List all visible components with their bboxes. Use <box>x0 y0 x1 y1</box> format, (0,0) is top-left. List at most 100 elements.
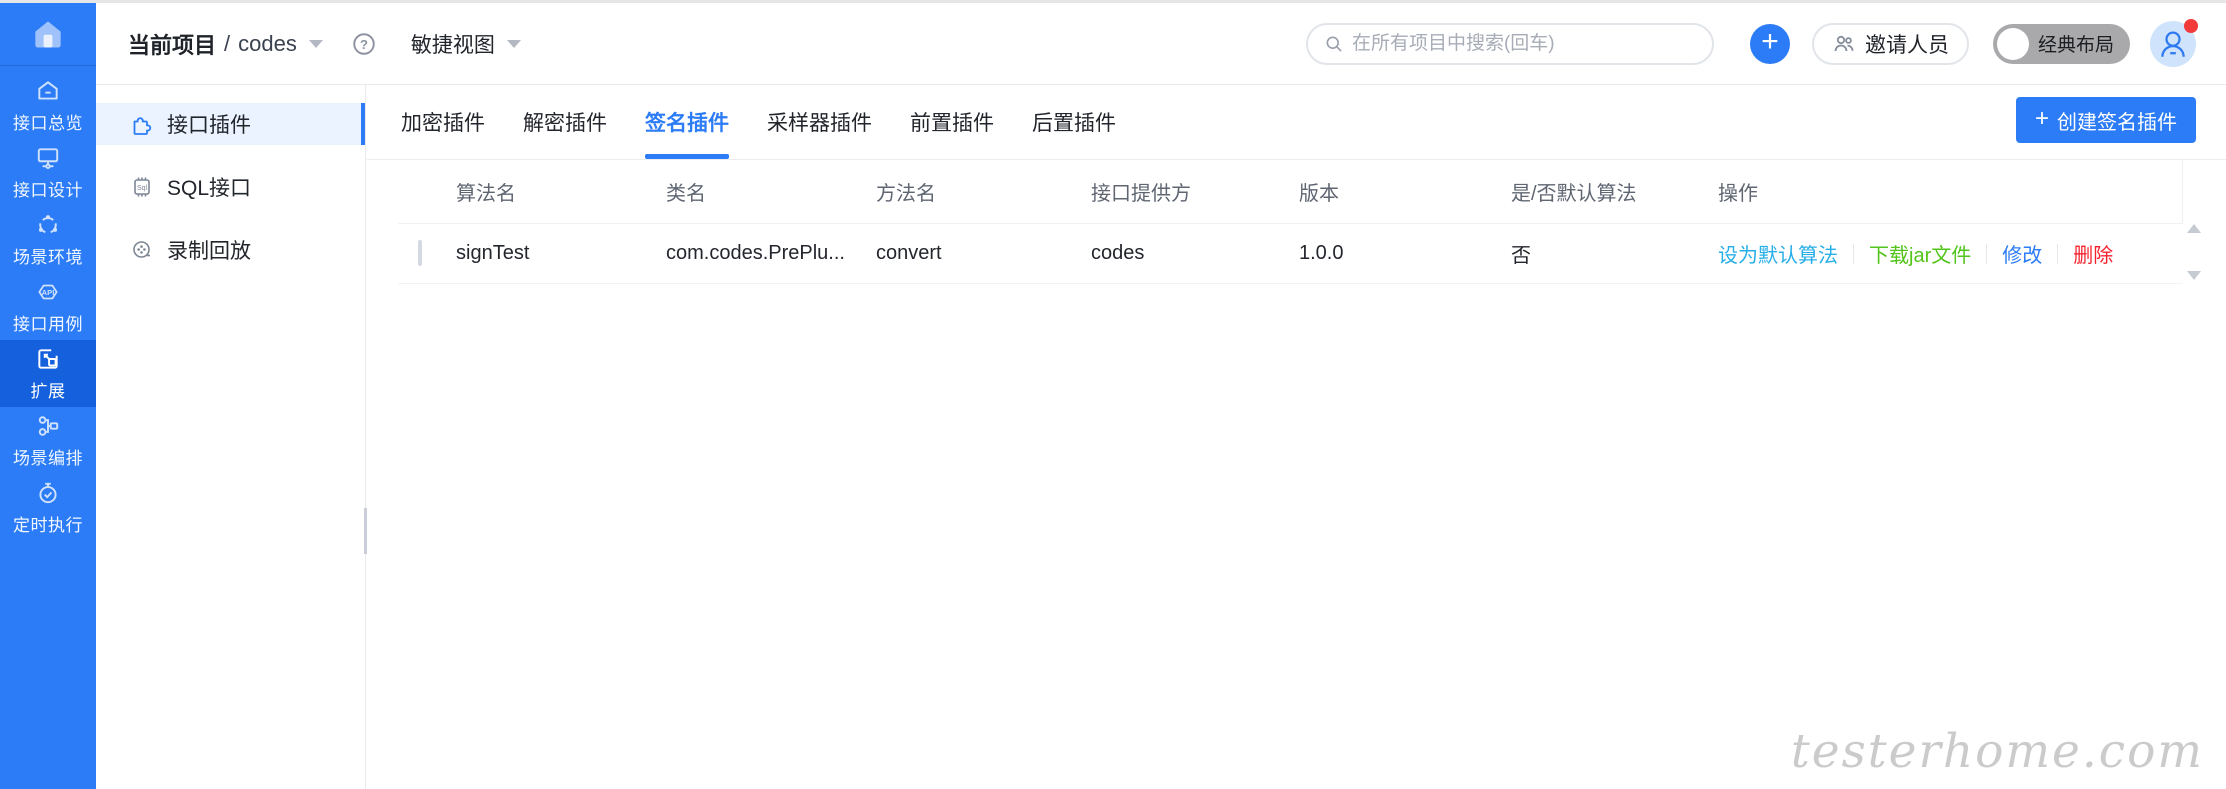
sql-chip-icon: Sql <box>134 177 150 197</box>
monitor-icon <box>37 147 59 169</box>
breadcrumb-project-name[interactable]: codes <box>238 31 297 57</box>
plugin-tab-bar: 加密插件 解密插件 签名插件 采样器插件 前置插件 后置插件 <box>367 85 2226 160</box>
api-hexagon-icon: API <box>38 284 58 299</box>
main-sidebar: 接口总览 接口设计 场景环境 API 接口用例 扩展 场景编排 定时执行 <box>0 3 96 789</box>
tab-label: 前置插件 <box>910 112 994 135</box>
app-header: 当前项目 / codes ? 敏捷视图 + <box>96 3 2226 85</box>
cell-class-name: com.codes.PrePlu... <box>666 242 845 264</box>
cell-version: 1.0.0 <box>1299 242 1344 264</box>
sidebar-item-label: 接口总览 <box>13 113 83 133</box>
share-network-icon <box>38 214 58 233</box>
tab-label: 加密插件 <box>401 112 485 135</box>
cell-algorithm-name: signTest <box>456 242 530 264</box>
sidebar-nav: 接口总览 接口设计 场景环境 API 接口用例 扩展 场景编排 定时执行 <box>0 66 96 541</box>
toggle-knob <box>1996 27 2029 60</box>
sidebar-item-api-overview[interactable]: 接口总览 <box>0 72 96 139</box>
user-avatar[interactable] <box>2150 18 2198 67</box>
tab-label: 采样器插件 <box>767 112 872 135</box>
sidebar-item-label: 接口设计 <box>13 180 83 200</box>
record-playback-icon <box>133 241 150 258</box>
column-header-method: 方法名 <box>876 183 936 205</box>
edit-link[interactable]: 修改 <box>2002 239 2042 268</box>
svg-text:Sql: Sql <box>137 185 148 192</box>
scroll-down-arrow-icon[interactable] <box>2187 271 2201 280</box>
sidebar-item-label: 定时执行 <box>13 515 83 535</box>
avatar-person-icon <box>2161 31 2185 57</box>
invite-members-button[interactable]: 邀请人员 <box>1811 22 1969 65</box>
subsidebar-item-label: 录制回放 <box>167 240 251 263</box>
global-search <box>1305 22 1714 65</box>
column-header-version: 版本 <box>1299 183 1339 205</box>
subsidebar-item-label: 接口插件 <box>167 114 251 137</box>
svg-text:API: API <box>42 287 55 296</box>
sidebar-item-scheduled-execution[interactable]: 定时执行 <box>0 474 96 541</box>
svg-text:?: ? <box>360 36 368 51</box>
tab-label: 签名插件 <box>645 112 729 135</box>
help-circle-icon: ? <box>353 32 375 55</box>
sidebar-item-label: 扩展 <box>30 381 66 401</box>
flow-icon <box>38 415 59 436</box>
cell-provider: codes <box>1091 242 1145 264</box>
classic-layout-toggle[interactable]: 经典布局 <box>1992 23 2130 64</box>
table-header-row: 算法名 类名 方法名 接口提供方 版本 是/否默认算法 操作 <box>398 160 2183 224</box>
invite-people-icon <box>1834 35 1854 51</box>
project-dropdown-caret-icon[interactable] <box>308 39 323 48</box>
tab-label: 解密插件 <box>523 112 607 135</box>
subsidebar-item-record-playback[interactable]: 录制回放 <box>96 229 365 271</box>
view-switcher[interactable]: 敏捷视图 <box>411 29 521 59</box>
tab-decrypt-plugin[interactable]: 解密插件 <box>523 85 607 159</box>
home-logo-icon <box>35 21 61 48</box>
invite-members-label: 邀请人员 <box>1864 33 1949 57</box>
help-button[interactable]: ? <box>351 31 377 57</box>
action-divider <box>1853 243 1854 264</box>
extension-icon <box>38 348 58 369</box>
secondary-sidebar: 接口插件 Sql SQL接口 录制回放 <box>96 85 366 789</box>
quick-create-button[interactable]: + <box>1749 23 1790 64</box>
row-actions: 设为默认算法 下载jar文件 修改 删除 <box>1718 239 2183 268</box>
tab-label: 后置插件 <box>1032 112 1116 135</box>
view-switcher-label: 敏捷视图 <box>410 33 495 57</box>
delete-link[interactable]: 删除 <box>2073 239 2113 268</box>
tab-sign-plugin[interactable]: 签名插件 <box>645 85 729 159</box>
search-input[interactable] <box>1351 32 1682 55</box>
app-screen: 接口总览 接口设计 场景环境 API 接口用例 扩展 场景编排 定时执行 当前项… <box>0 0 2226 789</box>
set-default-algorithm-link[interactable]: 设为默认算法 <box>1718 239 1838 268</box>
search-icon <box>1326 36 1342 52</box>
puzzle-icon <box>133 117 152 135</box>
subsidebar-item-label: SQL接口 <box>167 177 252 200</box>
sidebar-item-scene-environment[interactable]: 场景环境 <box>0 206 96 273</box>
sidebar-item-extension[interactable]: 扩展 <box>0 340 96 407</box>
view-switcher-caret-icon <box>506 39 521 48</box>
column-header-actions: 操作 <box>1718 183 1758 205</box>
cell-method-name: convert <box>876 242 942 264</box>
table-right-divider <box>2182 160 2183 224</box>
download-jar-link[interactable]: 下载jar文件 <box>1869 239 1971 268</box>
sidebar-item-api-design[interactable]: 接口设计 <box>0 139 96 206</box>
row-checkbox[interactable] <box>418 240 422 266</box>
watermark: testerhome.com <box>1790 724 2204 779</box>
column-header-is-default: 是/否默认算法 <box>1511 183 1637 205</box>
tab-post-plugin[interactable]: 后置插件 <box>1032 85 1116 159</box>
action-divider <box>2057 243 2059 264</box>
sidebar-item-label: 场景环境 <box>13 247 83 267</box>
classic-layout-label: 经典布局 <box>2037 35 2114 56</box>
breadcrumb-separator: / <box>224 30 231 56</box>
cell-is-default: 否 <box>1511 245 1531 267</box>
tab-pre-plugin[interactable]: 前置插件 <box>910 85 994 159</box>
column-header-provider: 接口提供方 <box>1091 183 1191 205</box>
subsidebar-item-sql-api[interactable]: Sql SQL接口 <box>96 166 365 208</box>
tab-sampler-plugin[interactable]: 采样器插件 <box>767 85 872 159</box>
sidebar-item-label: 接口用例 <box>13 314 83 334</box>
column-header-class: 类名 <box>666 183 706 205</box>
sidebar-item-api-case[interactable]: API 接口用例 <box>0 273 96 340</box>
create-sign-plugin-label: 创建签名插件 <box>2057 111 2177 134</box>
create-sign-plugin-button[interactable]: + 创建签名插件 <box>2015 97 2196 143</box>
sidebar-item-scene-orchestration[interactable]: 场景编排 <box>0 407 96 474</box>
notification-badge <box>2184 18 2198 33</box>
scroll-up-arrow-icon[interactable] <box>2187 224 2201 233</box>
table-row: signTest com.codes.PrePlu... convert cod… <box>398 224 2183 284</box>
tab-encrypt-plugin[interactable]: 加密插件 <box>401 85 485 159</box>
subsidebar-item-api-plugin[interactable]: 接口插件 <box>96 103 365 145</box>
app-logo[interactable] <box>0 3 96 66</box>
main-content: 加密插件 解密插件 签名插件 采样器插件 前置插件 后置插件 + 创建签名插件 … <box>367 85 2226 789</box>
